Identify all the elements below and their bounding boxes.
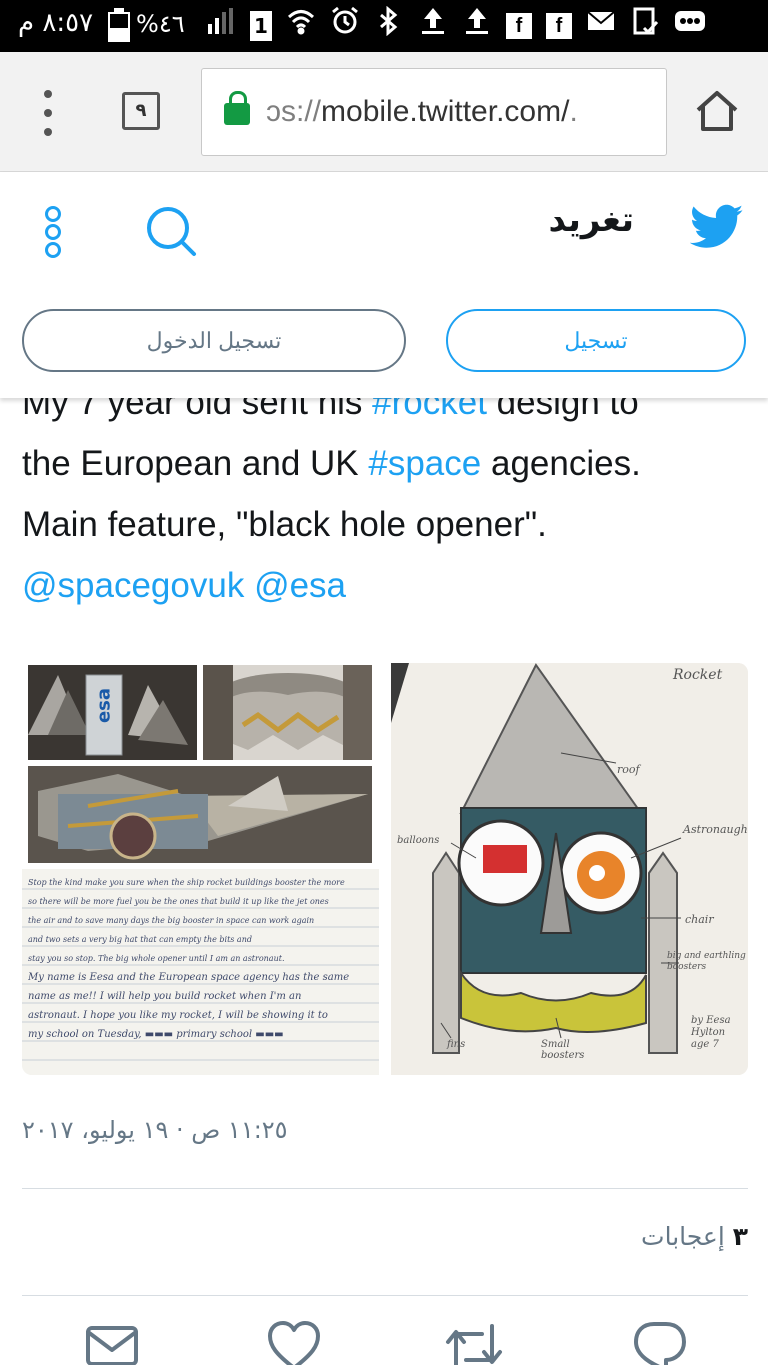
photo-tile <box>203 665 372 760</box>
url-scheme: ɔs:// <box>266 95 322 128</box>
tweet-text-segment: agencies. <box>481 444 641 483</box>
letter-line: so there will be more fuel you be the on… <box>28 897 329 906</box>
letter-line: My name is Eesa and the European space a… <box>28 972 350 983</box>
letter-line: name as me!! I will help you build rocke… <box>28 991 302 1002</box>
tweet-media: esa Stop the kind make you sure when the… <box>22 663 748 1075</box>
alarm-icon <box>330 6 360 46</box>
status-time: ٨:٥٧ م <box>18 8 94 38</box>
mention-spacegovuk-link[interactable]: @spacegovuk <box>22 566 244 605</box>
clipboard-check-icon <box>630 6 660 46</box>
divider <box>22 1295 748 1296</box>
like-heart-icon[interactable] <box>266 1318 322 1365</box>
letter-line: the air and to save many days the big bo… <box>28 916 315 925</box>
battery-percent: %٤٦ <box>136 10 185 38</box>
rocket-photos-collage-image[interactable]: esa Stop the kind make you sure when the… <box>22 663 379 1075</box>
battery-icon <box>108 8 130 42</box>
letter-text: Stop the kind make you sure when the shi… <box>28 873 373 1044</box>
photo-tile <box>28 766 372 863</box>
drawing-label: balloons <box>397 835 440 846</box>
mention-esa-link[interactable]: @esa <box>254 566 346 605</box>
tweet-actions <box>0 1318 768 1365</box>
status-icons: 1 f f <box>206 5 706 46</box>
rocket-drawing-image[interactable]: Rocket roof Astronaught balloons chair b… <box>391 663 748 1075</box>
letter-line: Stop the kind make you sure when the shi… <box>28 878 345 887</box>
upload-icon <box>418 6 448 46</box>
tab-switcher-button[interactable]: ٩ <box>122 92 160 130</box>
page-title: تغريد <box>548 200 634 240</box>
likes-number: ٣ <box>732 1222 748 1251</box>
more-icon <box>674 6 706 46</box>
twitter-bird-icon[interactable] <box>689 202 744 252</box>
drawing-label: chair <box>685 913 714 926</box>
address-bar[interactable]: ɔs://mobile.twitter.com/‏. <box>201 68 667 156</box>
search-icon[interactable] <box>144 204 198 258</box>
drawing-label: fins <box>447 1039 466 1050</box>
direct-message-icon[interactable] <box>84 1318 140 1365</box>
url-tail: ‏. <box>569 95 578 128</box>
browser-menu-icon[interactable] <box>36 90 60 136</box>
mail-icon <box>586 6 616 46</box>
drawing-signature: by Eesa Hylton age 7 <box>691 1015 731 1050</box>
letter-line: my school on Tuesday, ▬▬▬ primary school… <box>28 1029 284 1040</box>
hashtag-space-link[interactable]: #space <box>368 444 481 483</box>
drawing-label: Small boosters <box>541 1039 585 1061</box>
drawing-label: Astronaught <box>683 823 748 836</box>
bluetooth-icon <box>374 5 404 46</box>
url-host: mobile.twitter.com/ <box>321 95 570 128</box>
sim-icon: 1 <box>250 11 272 41</box>
handwritten-letter-image: Stop the kind make you sure when the shi… <box>22 869 379 1075</box>
home-icon[interactable] <box>694 88 740 134</box>
wifi-icon <box>286 6 316 46</box>
login-button[interactable]: تسجيل الدخول <box>22 309 406 372</box>
upload-icon <box>462 6 492 46</box>
tweet-line: @spacegovuk @esa <box>22 555 752 616</box>
drawing-title: Rocket <box>673 667 723 683</box>
tweet-line: Main feature, "black hole opener". <box>22 505 547 544</box>
tweet-timestamp[interactable]: ١١:٢٥ ص · ١٩ يوليو، ٢٠١٧ <box>22 1116 288 1144</box>
browser-toolbar: ٩ ɔs://mobile.twitter.com/‏. <box>0 52 768 172</box>
signal-icon <box>206 6 236 46</box>
divider <box>22 1188 748 1189</box>
more-options-icon[interactable] <box>44 206 62 258</box>
status-bar: ٨:٥٧ م %٤٦ 1 f f <box>0 0 768 52</box>
drawing-label: roof <box>617 763 640 776</box>
url-text: ɔs://mobile.twitter.com/‏. <box>266 95 578 129</box>
signup-button[interactable]: تسجيل <box>446 309 746 372</box>
battery-level-fill <box>110 28 128 40</box>
tweet-text-segment: the European and UK <box>22 444 369 483</box>
letter-line: and two sets a very big hat that can emp… <box>28 935 252 944</box>
photo-tile: esa <box>28 665 197 760</box>
reply-icon[interactable] <box>632 1318 688 1365</box>
drawing-label: big and earthling boosters <box>667 951 746 972</box>
facebook-icon: f <box>546 13 572 39</box>
esa-logo-text: esa <box>93 687 115 724</box>
tweet-text: My 7 year old sent his #rocket design to… <box>22 372 752 616</box>
letter-line: astronaut. I hope you like my rocket, I … <box>28 1010 328 1021</box>
likes-count[interactable]: ٣ إعجابات <box>641 1222 748 1251</box>
lock-icon <box>224 91 250 125</box>
retweet-icon[interactable] <box>444 1318 502 1365</box>
twitter-header: تغريد تسجيل الدخول تسجيل <box>0 172 768 398</box>
letter-line: stay you so stop. The big whole opener u… <box>28 954 285 963</box>
facebook-icon: f <box>506 13 532 39</box>
tweet-line: the European and UK #space agencies. <box>22 433 752 494</box>
likes-label: إعجابات <box>641 1222 725 1251</box>
